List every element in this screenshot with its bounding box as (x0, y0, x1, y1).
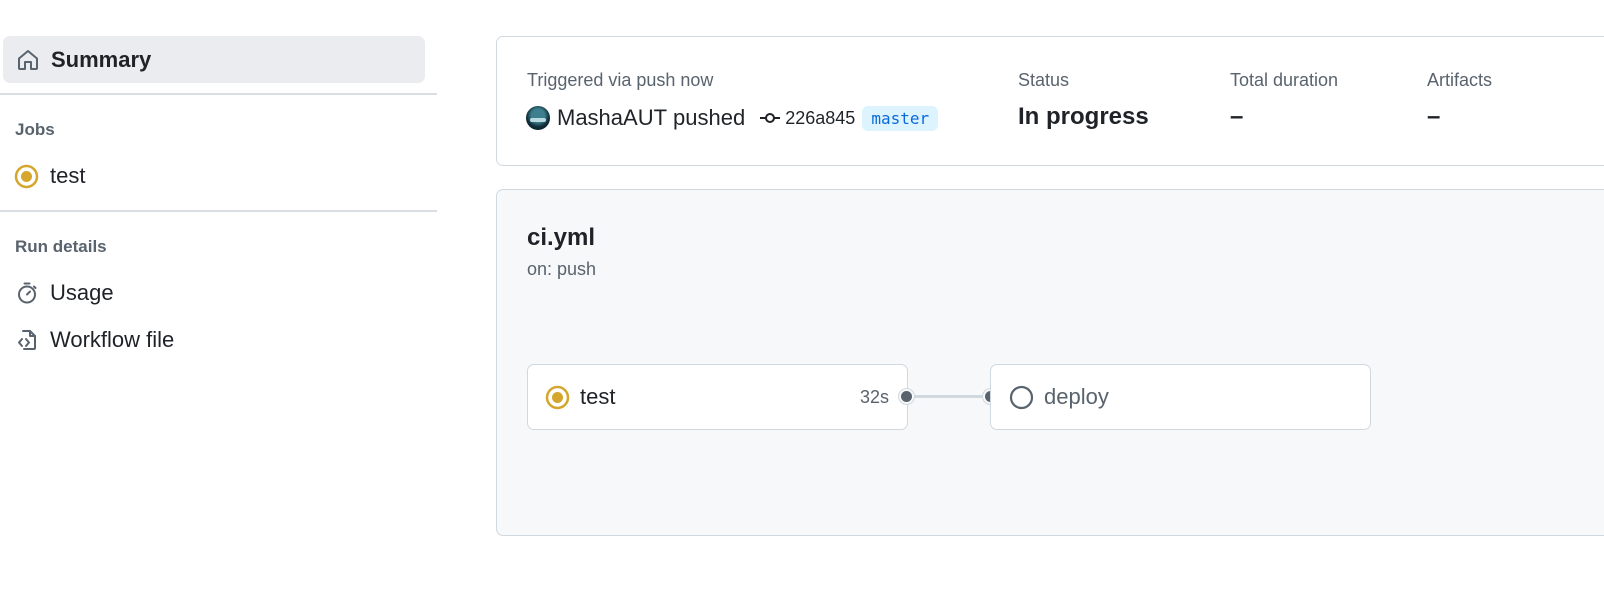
branch-badge[interactable]: master (862, 105, 939, 131)
sidebar-item-workflow-file[interactable]: Workflow file (14, 322, 174, 358)
status-value: In progress (1018, 103, 1149, 130)
run-summary-card: Triggered via push now MashaAUT pushed 2… (496, 36, 1604, 166)
git-commit-icon (759, 107, 781, 129)
actor-link[interactable]: MashaAUT (557, 105, 667, 131)
job-name: deploy (1044, 384, 1109, 409)
trigger-details: MashaAUT pushed 226a845 master (526, 103, 939, 133)
connector-start-dot (899, 389, 914, 404)
job-node-test[interactable]: test 32s (527, 364, 908, 430)
workflow-graph-card: ci.yml on: push test 32s deploy (496, 189, 1604, 536)
sidebar-item-usage[interactable]: Usage (14, 275, 114, 311)
sidebar-divider (0, 210, 437, 212)
job-name: test (580, 384, 616, 409)
sidebar-item-label: Workflow file (50, 327, 175, 352)
home-icon (15, 47, 40, 72)
sidebar: Summary Jobs test Run details Usage Work… (0, 0, 437, 607)
workflow-trigger: on: push (527, 259, 597, 279)
status-label: Status (1018, 70, 1070, 90)
in-progress-icon (545, 385, 570, 410)
sidebar-item-summary[interactable]: Summary (3, 36, 425, 83)
queued-icon (1009, 385, 1034, 410)
sidebar-item-label: test (50, 163, 86, 188)
total-duration-value: – (1230, 103, 1244, 130)
trigger-text: Triggered via push now (527, 70, 714, 90)
file-code-icon (14, 328, 39, 353)
in-progress-icon (14, 164, 39, 189)
jobs-heading: Jobs (15, 120, 55, 139)
sidebar-item-label: Usage (50, 280, 114, 305)
artifacts-label: Artifacts (1427, 70, 1493, 90)
sidebar-item-label: Summary (51, 46, 152, 72)
job-duration: 32s (859, 386, 889, 407)
avatar[interactable] (526, 106, 550, 130)
workflow-file-name[interactable]: ci.yml (527, 224, 595, 252)
artifacts-value: – (1427, 103, 1441, 130)
sidebar-divider (0, 93, 437, 95)
run-details-heading: Run details (15, 237, 107, 256)
workflow-run-page: Summary Jobs test Run details Usage Work… (0, 0, 1604, 607)
total-duration-label: Total duration (1230, 70, 1339, 90)
job-node-deploy[interactable]: deploy (990, 364, 1371, 430)
stopwatch-icon (14, 281, 39, 306)
sidebar-item-job-test[interactable]: test (14, 158, 85, 194)
job-connector (907, 395, 991, 398)
action-text: pushed (673, 105, 746, 130)
commit-sha-link[interactable]: 226a845 (785, 108, 855, 129)
